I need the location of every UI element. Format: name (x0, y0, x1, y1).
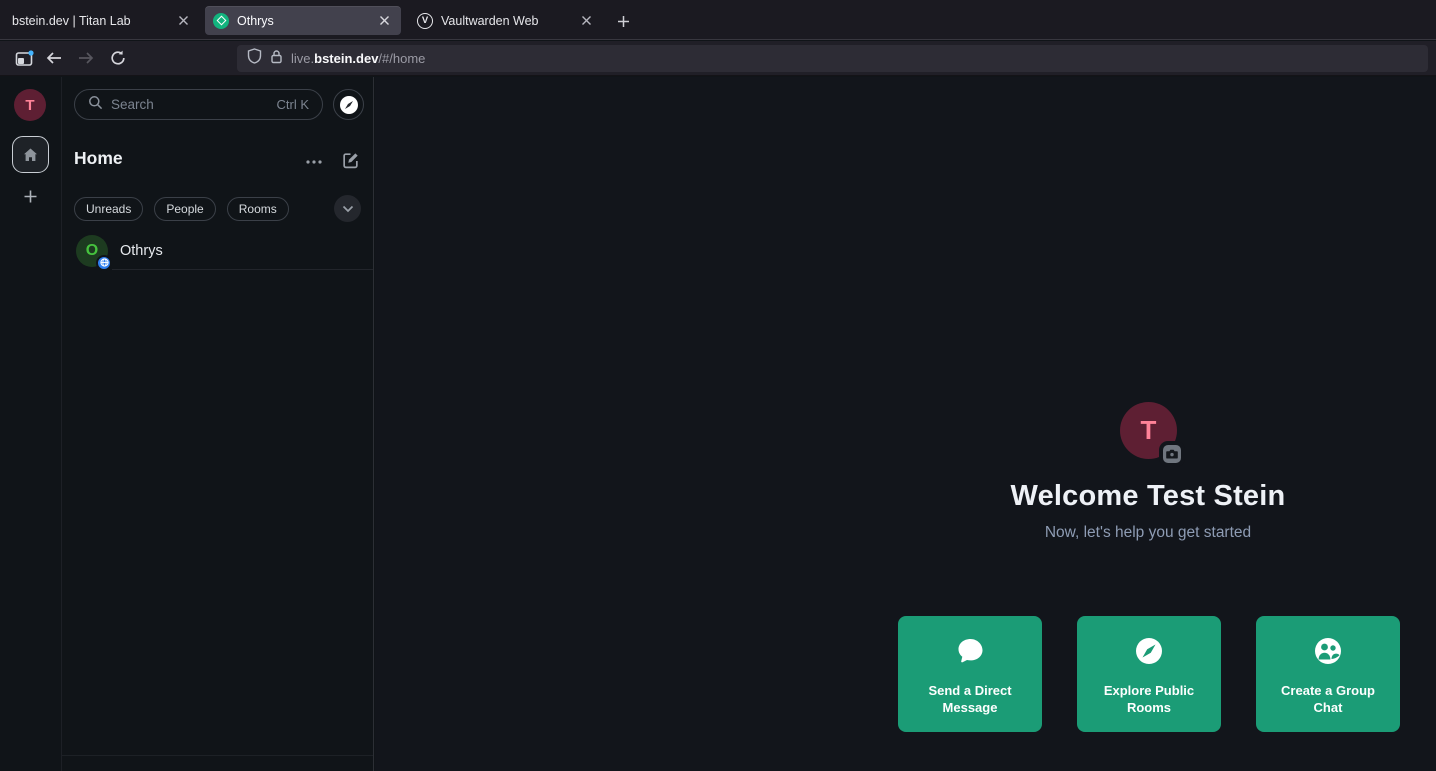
chevron-down-icon (342, 205, 354, 213)
new-tab-button[interactable] (610, 8, 636, 34)
compose-button[interactable] (337, 147, 363, 173)
search-icon (88, 95, 103, 115)
room-avatar: O (76, 235, 108, 267)
camera-icon[interactable] (1163, 445, 1181, 463)
room-list-item-othrys[interactable]: O Othrys (62, 232, 374, 269)
home-space-button[interactable] (12, 136, 49, 173)
overflow-dots-icon (306, 160, 322, 164)
chat-bubble-icon (952, 633, 988, 669)
lock-icon[interactable] (270, 49, 283, 69)
space-panel: T (0, 77, 62, 771)
public-room-globe-icon (96, 255, 112, 271)
profile-avatar-letter: T (1141, 415, 1157, 446)
close-icon[interactable] (174, 12, 192, 30)
explore-public-rooms-button[interactable]: Explore Public Rooms (1077, 616, 1221, 732)
vaultwarden-favicon-icon: V (417, 13, 433, 29)
compose-icon (341, 151, 360, 170)
explore-rooms-button[interactable] (333, 89, 364, 120)
element-favicon-icon (213, 13, 229, 29)
close-icon[interactable] (577, 12, 595, 30)
filter-chip-people[interactable]: People (154, 197, 215, 221)
filter-chip-unreads[interactable]: Unreads (74, 197, 143, 221)
filter-chip-row: Unreads People Rooms (74, 197, 289, 221)
add-space-button[interactable] (20, 186, 41, 207)
back-button[interactable] (41, 45, 67, 71)
forward-button[interactable] (73, 45, 99, 71)
room-name: Othrys (120, 243, 163, 259)
welcome-title: Welcome Test Stein (848, 480, 1436, 513)
action-label: Create a Group Chat (1266, 682, 1390, 716)
home-icon (22, 147, 39, 163)
profile-avatar[interactable]: T (1120, 402, 1177, 459)
room-avatar-letter: O (86, 242, 98, 260)
tab-titan-lab[interactable]: bstein.dev | Titan Lab (4, 6, 200, 35)
room-divider (112, 269, 373, 270)
action-label: Send a Direct Message (908, 682, 1032, 716)
group-icon (1310, 633, 1346, 669)
tab-title: Vaultwarden Web (441, 14, 569, 28)
tab-vaultwarden[interactable]: V Vaultwarden Web (409, 6, 603, 35)
home-welcome-view: T Welcome Test Stein Now, let's help you… (375, 77, 1436, 771)
room-options-button[interactable] (301, 149, 327, 175)
compass-icon (1131, 633, 1167, 669)
panel-title: Home (74, 148, 123, 169)
close-icon[interactable] (375, 12, 393, 30)
shield-icon[interactable] (247, 48, 262, 69)
welcome-actions: Send a Direct Message Explore Public Roo… (898, 616, 1400, 732)
url-text: live.bstein.dev/#/home (291, 51, 425, 66)
compass-icon (339, 95, 359, 115)
reload-button[interactable] (105, 45, 131, 71)
welcome-subtitle: Now, let's help you get started (848, 524, 1436, 542)
create-group-chat-button[interactable]: Create a Group Chat (1256, 616, 1400, 732)
filter-chip-rooms[interactable]: Rooms (227, 197, 289, 221)
browser-tab-bar: bstein.dev | Titan Lab Othrys V Vaultwar… (0, 0, 1436, 40)
firefox-view-icon[interactable] (11, 45, 37, 71)
tab-title: bstein.dev | Titan Lab (12, 14, 166, 28)
action-label: Explore Public Rooms (1087, 682, 1211, 716)
send-direct-message-button[interactable]: Send a Direct Message (898, 616, 1042, 732)
element-app: T Ctrl K Home (0, 77, 1436, 771)
expand-filters-button[interactable] (334, 195, 361, 222)
tab-title: Othrys (237, 14, 367, 28)
search-input[interactable] (111, 97, 269, 112)
search-shortcut-hint: Ctrl K (277, 97, 310, 112)
tab-othrys[interactable]: Othrys (205, 6, 401, 35)
user-avatar[interactable]: T (14, 89, 46, 121)
search-box[interactable]: Ctrl K (74, 89, 323, 120)
url-bar[interactable]: live.bstein.dev/#/home (237, 45, 1428, 72)
browser-nav-bar: live.bstein.dev/#/home (0, 41, 1436, 76)
room-list-panel: Ctrl K Home Unreads People Rooms (62, 77, 374, 771)
